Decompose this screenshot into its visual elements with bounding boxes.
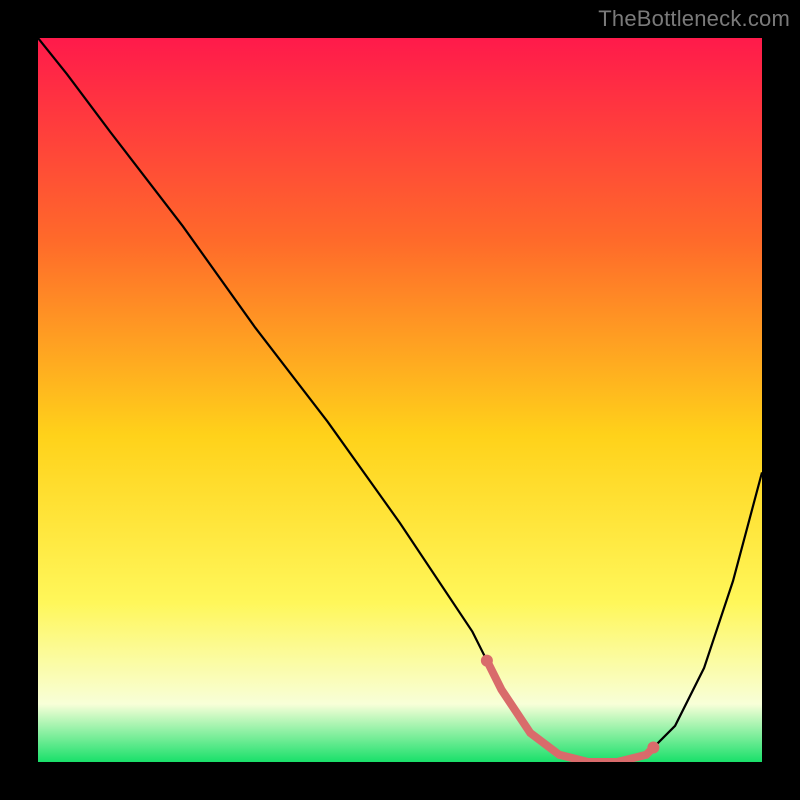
chart-frame: TheBottleneck.com: [0, 0, 800, 800]
plot-area: [38, 38, 762, 762]
bottleneck-curve: [38, 38, 762, 762]
watermark-text: TheBottleneck.com: [598, 6, 790, 32]
